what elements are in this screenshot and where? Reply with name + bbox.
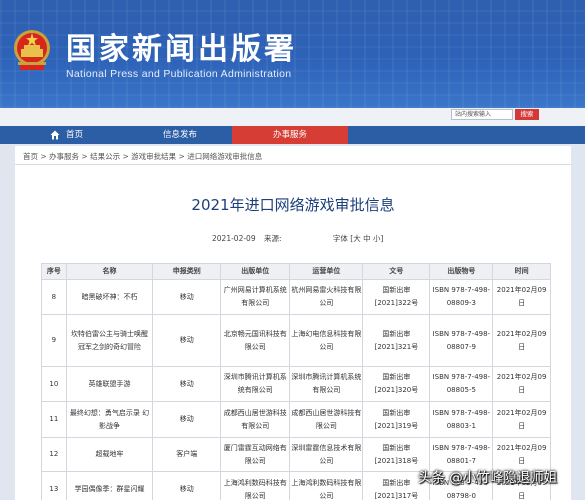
- site-subtitle: National Press and Publication Administr…: [66, 68, 292, 80]
- cell-isbn: ISBN 978-7-498-08807-9: [429, 314, 494, 367]
- nav-item-info-release[interactable]: 信息发布: [163, 126, 197, 144]
- cell-isbn: ISBN 978-7-498-08803-1: [429, 401, 494, 438]
- cell-operator: 深圳雷霆信息技术有限公司: [289, 437, 364, 472]
- cell-docno: 国新出审[2021]322号: [362, 279, 431, 315]
- cell-docno: 国新出审[2021]320号: [362, 366, 431, 402]
- article-meta: 2021-02-09 来源: 字体 [大 中 小]: [212, 233, 389, 244]
- cell-publisher: 深圳市腾讯计算机系统有限公司: [220, 366, 291, 402]
- cell-time: 2021年02月09日: [492, 401, 551, 438]
- national-emblem-icon: [14, 30, 50, 70]
- breadcrumb[interactable]: 首页 > 办事服务 > 结果公示 > 游戏审批结果 > 进口网络游戏审批信息: [23, 151, 262, 162]
- breadcrumb-divider: [15, 164, 571, 165]
- cell-no: 10: [41, 366, 67, 402]
- col-header: 时间: [492, 263, 551, 280]
- header-banner: 国家新闻出版署 National Press and Publication A…: [0, 0, 585, 108]
- col-header: 出版物号: [429, 263, 494, 280]
- cell-operator: 上海鸿利数码科技有限公司: [289, 471, 364, 500]
- cell-name: 英雄联盟手游: [65, 366, 154, 402]
- table-row: 9 坎特伯雷公主与骑士唤醒冠军之剑的奇幻冒险 移动 北京畅元国讯科技有限公司 上…: [41, 314, 551, 367]
- search-input[interactable]: 站内搜索输入: [451, 109, 513, 120]
- table-row: 10 英雄联盟手游 移动 深圳市腾讯计算机系统有限公司 深圳市腾讯计算机系统有限…: [41, 366, 551, 402]
- cell-name: 学园偶像季：群星闪耀: [65, 471, 154, 500]
- content-panel: 首页 > 办事服务 > 结果公示 > 游戏审批结果 > 进口网络游戏审批信息 2…: [15, 146, 571, 500]
- cell-docno: 国新出审[2021]319号: [362, 401, 431, 438]
- col-header: 出版单位: [220, 263, 291, 280]
- cell-time: 2021年02月09日: [492, 279, 551, 315]
- cell-isbn: ISBN 978-7-498-08805-5: [429, 366, 494, 402]
- col-header: 申报类别: [152, 263, 222, 280]
- font-size-control[interactable]: 字体 [大 中 小]: [333, 234, 384, 243]
- nav-item-home[interactable]: 首页: [66, 126, 83, 144]
- cell-type: 移动: [152, 279, 222, 315]
- cell-docno: 国新出审[2021]321号: [362, 314, 431, 367]
- cell-name: 最终幻想：勇气启示录 幻影战争: [65, 401, 154, 438]
- cell-publisher: 成都西山居世游科技有限公司: [220, 401, 291, 438]
- main-nav: 首页 信息发布 办事服务: [0, 126, 585, 144]
- cell-time: 2021年02月09日: [492, 314, 551, 367]
- approval-table: 序号 名称 申报类别 出版单位 运营单位 文号 出版物号 时间 8 暗黑破坏神：…: [41, 263, 551, 500]
- site-title: 国家新闻出版署: [66, 32, 297, 67]
- source-label: 来源:: [263, 234, 282, 243]
- cell-publisher: 厦门雷霆互动网络有限公司: [220, 437, 291, 472]
- cell-no: 13: [41, 471, 67, 500]
- cell-no: 12: [41, 437, 67, 472]
- table-row: 11 最终幻想：勇气启示录 幻影战争 移动 成都西山居世游科技有限公司 成都西山…: [41, 401, 551, 438]
- search-button[interactable]: 搜索: [515, 109, 539, 120]
- table-header-row: 序号 名称 申报类别 出版单位 运营单位 文号 出版物号 时间: [41, 263, 551, 280]
- nav-item-services[interactable]: 办事服务: [232, 126, 348, 144]
- col-header: 名称: [65, 263, 154, 280]
- table-row: 8 暗黑破坏神：不朽 移动 广州网易计算机系统有限公司 杭州网易雷火科技有限公司…: [41, 279, 551, 315]
- cell-name: 超载地牢: [65, 437, 154, 472]
- home-icon[interactable]: [50, 130, 60, 140]
- cell-type: 移动: [152, 366, 222, 402]
- cell-type: 移动: [152, 401, 222, 438]
- cell-no: 11: [41, 401, 67, 438]
- cell-name: 暗黑破坏神：不朽: [65, 279, 154, 315]
- cell-publisher: 上海鸿利数码科技有限公司: [220, 471, 291, 500]
- cell-name: 坎特伯雷公主与骑士唤醒冠军之剑的奇幻冒险: [65, 314, 154, 367]
- cell-operator: 杭州网易雷火科技有限公司: [289, 279, 364, 315]
- cell-type: 客户端: [152, 437, 222, 472]
- cell-isbn: ISBN 978-7-498-08809-3: [429, 279, 494, 315]
- cell-operator: 成都西山居世游科技有限公司: [289, 401, 364, 438]
- col-header: 序号: [41, 263, 67, 280]
- cell-operator: 深圳市腾讯计算机系统有限公司: [289, 366, 364, 402]
- cell-publisher: 北京畅元国讯科技有限公司: [220, 314, 291, 367]
- watermark: 头条 @小竹峰隐退师姐: [418, 470, 558, 486]
- cell-operator: 上海幻电信息科技有限公司: [289, 314, 364, 367]
- cell-no: 8: [41, 279, 67, 315]
- publish-date: 2021-02-09: [212, 234, 256, 243]
- article-title: 2021年进口网络游戏审批信息: [191, 196, 395, 214]
- cell-no: 9: [41, 314, 67, 367]
- cell-publisher: 广州网易计算机系统有限公司: [220, 279, 291, 315]
- cell-type: 移动: [152, 314, 222, 367]
- cell-type: 移动: [152, 471, 222, 500]
- cell-time: 2021年02月09日: [492, 366, 551, 402]
- col-header: 运营单位: [289, 263, 364, 280]
- col-header: 文号: [362, 263, 431, 280]
